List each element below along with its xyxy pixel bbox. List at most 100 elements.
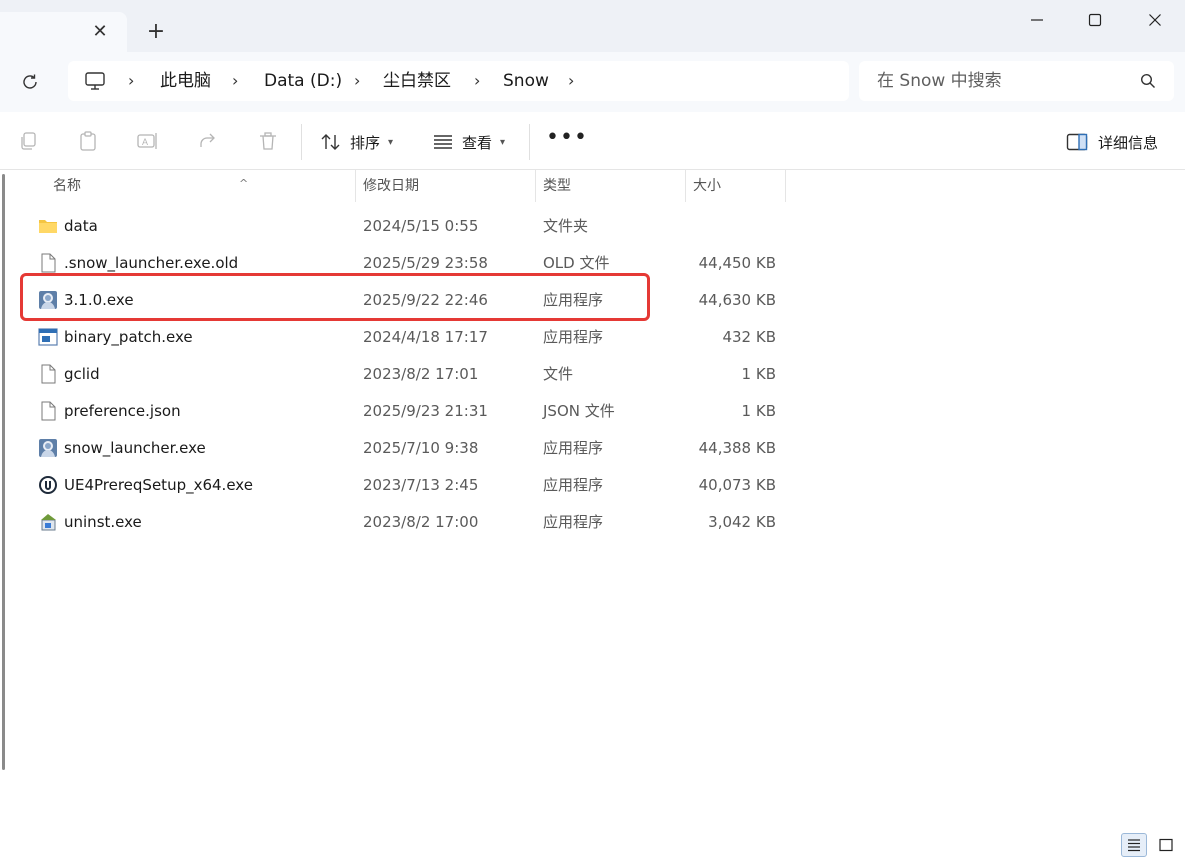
unreal-icon xyxy=(39,476,57,494)
file-size: 3,042 KB xyxy=(708,513,776,531)
refresh-icon xyxy=(23,74,37,89)
file-type: JSON 文件 xyxy=(543,402,615,420)
list-view-icon xyxy=(1128,839,1140,852)
tab-close-icon[interactable]: ✕ xyxy=(86,20,114,44)
file-date: 2023/8/2 17:01 xyxy=(363,365,479,383)
scrollbar-thumb[interactable] xyxy=(2,174,5,770)
file-date: 2025/9/23 21:31 xyxy=(363,402,488,420)
file-size: 432 KB xyxy=(722,328,776,346)
file-name: UE4PrereqSetup_x64.exe xyxy=(64,476,253,494)
file-name: uninst.exe xyxy=(64,513,142,531)
search-box[interactable]: 在 Snow 中搜索 xyxy=(859,61,1174,101)
minimize-button[interactable] xyxy=(1014,4,1060,36)
uninstaller-icon xyxy=(41,514,56,531)
file-date: 2023/8/2 17:00 xyxy=(363,513,479,531)
list-item[interactable]: data 2024/5/15 0:55 文件夹 xyxy=(30,208,790,244)
sort-icon xyxy=(321,134,340,150)
list-item[interactable]: preference.json 2025/9/23 21:31 JSON 文件 … xyxy=(30,393,790,429)
details-label: 详细信息 xyxy=(1098,133,1159,152)
file-date: 2025/7/10 9:38 xyxy=(363,439,479,457)
column-header-date[interactable]: 修改日期 xyxy=(355,170,535,204)
breadcrumb-drive-d[interactable]: Data (D:) xyxy=(264,61,342,101)
details-view-toggle[interactable] xyxy=(1121,833,1147,857)
column-header-name[interactable]: 名称 ^ xyxy=(45,170,355,204)
file-list: 名称 ^ 修改日期 类型 大小 data 2024/5/15 0:55 文件夹 … xyxy=(0,170,1185,858)
share-icon xyxy=(200,133,215,147)
file-size: 44,450 KB xyxy=(698,254,776,272)
breadcrumb-folder[interactable]: 尘白禁区 xyxy=(383,61,451,101)
file-type: 应用程序 xyxy=(543,328,604,346)
list-item[interactable]: gclid 2023/8/2 17:01 文件 1 KB xyxy=(30,356,790,392)
file-icon xyxy=(41,253,56,273)
rename-button[interactable]: A xyxy=(136,129,160,153)
breadcrumb-chevron-icon[interactable]: › xyxy=(568,61,574,101)
file-icon xyxy=(41,364,56,384)
delete-button[interactable] xyxy=(256,129,280,153)
this-pc-icon[interactable] xyxy=(84,71,106,91)
list-item[interactable]: binary_patch.exe 2024/4/18 17:17 应用程序 43… xyxy=(30,319,790,355)
copy-icon xyxy=(21,132,36,150)
share-button[interactable] xyxy=(196,129,220,153)
address-bar[interactable]: › 此电脑 › Data (D:) › 尘白禁区 › Snow › xyxy=(68,61,849,101)
maximize-icon xyxy=(1088,13,1102,27)
chevron-down-icon: ▾ xyxy=(500,136,506,148)
breadcrumb-chevron-icon[interactable]: › xyxy=(354,61,360,101)
file-date: 2024/4/18 17:17 xyxy=(363,328,488,346)
rename-icon: A xyxy=(137,133,157,149)
file-size: 44,388 KB xyxy=(698,439,776,457)
file-date: 2023/7/13 2:45 xyxy=(363,476,479,494)
file-type: 应用程序 xyxy=(543,439,604,457)
title-bar: ✕ + xyxy=(0,0,1185,52)
view-icon xyxy=(434,135,452,149)
details-pane-button[interactable]: 详细信息 xyxy=(1066,124,1158,160)
active-tab[interactable]: ✕ xyxy=(0,12,127,52)
list-item[interactable]: UE4PrereqSetup_x64.exe 2023/7/13 2:45 应用… xyxy=(30,467,790,503)
list-item[interactable]: snow_launcher.exe 2025/7/10 9:38 应用程序 44… xyxy=(30,430,790,466)
column-header-size[interactable]: 大小 xyxy=(685,170,785,204)
view-label: 查看 xyxy=(462,133,493,152)
file-icon xyxy=(41,401,56,421)
file-type: 应用程序 xyxy=(543,476,604,494)
launcher-app-icon xyxy=(39,439,57,457)
chevron-down-icon: ▾ xyxy=(388,136,394,148)
file-name: data xyxy=(64,217,98,235)
vertical-scrollbar[interactable] xyxy=(0,170,6,770)
copy-button[interactable] xyxy=(16,129,40,153)
column-header-type[interactable]: 类型 xyxy=(535,170,685,204)
column-divider[interactable] xyxy=(785,170,786,202)
sort-button[interactable]: 排序 ▾ xyxy=(320,124,393,160)
file-name: gclid xyxy=(64,365,100,383)
new-tab-button[interactable]: + xyxy=(142,18,170,46)
file-size: 44,630 KB xyxy=(698,291,776,309)
breadcrumb-chevron-icon[interactable]: › xyxy=(128,61,134,101)
file-size: 40,073 KB xyxy=(698,476,776,494)
tiles-view-toggle[interactable] xyxy=(1153,833,1179,857)
tiles-view-icon xyxy=(1159,838,1173,852)
address-row: › 此电脑 › Data (D:) › 尘白禁区 › Snow › 在 Snow… xyxy=(0,52,1185,112)
more-options-button[interactable]: ••• xyxy=(546,126,587,156)
toolbar-divider xyxy=(301,124,302,160)
search-icon[interactable] xyxy=(1140,73,1156,89)
details-pane-icon xyxy=(1066,133,1088,151)
refresh-button[interactable] xyxy=(14,66,46,98)
column-type-label: 类型 xyxy=(543,178,571,194)
maximize-button[interactable] xyxy=(1072,4,1118,36)
list-item[interactable]: uninst.exe 2023/8/2 17:00 应用程序 3,042 KB xyxy=(30,504,790,540)
paste-button[interactable] xyxy=(76,129,100,153)
column-date-label: 修改日期 xyxy=(363,178,419,194)
file-name: preference.json xyxy=(64,402,181,420)
view-button[interactable]: 查看 ▾ xyxy=(432,124,505,160)
command-bar: A 排序 ▾ 查看 ▾ ••• 详细信息 xyxy=(0,112,1185,170)
breadcrumb-current[interactable]: Snow xyxy=(503,61,549,101)
breadcrumb-chevron-icon[interactable]: › xyxy=(474,61,480,101)
paste-icon xyxy=(80,131,96,151)
close-window-button[interactable] xyxy=(1132,4,1178,36)
column-size-label: 大小 xyxy=(693,178,721,194)
file-size: 1 KB xyxy=(741,402,776,420)
breadcrumb-this-pc[interactable]: 此电脑 xyxy=(160,61,211,101)
search-input[interactable]: 在 Snow 中搜索 xyxy=(877,61,1002,101)
delete-icon xyxy=(260,132,276,150)
folder-icon xyxy=(39,220,57,233)
column-name-label: 名称 xyxy=(53,178,81,194)
breadcrumb-chevron-icon[interactable]: › xyxy=(232,61,238,101)
